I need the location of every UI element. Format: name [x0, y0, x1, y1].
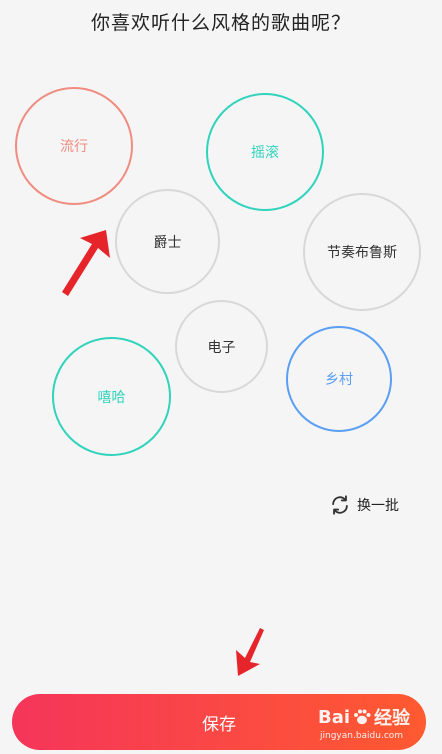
- refresh-label: 换一批: [357, 498, 399, 514]
- page-title: 你喜欢听什么风格的歌曲呢？: [90, 12, 351, 34]
- genre-bubble-jazz[interactable]: 爵士: [115, 189, 220, 294]
- genre-label: 节奏布鲁斯: [327, 245, 397, 261]
- genre-bubble-rnb[interactable]: 节奏布鲁斯: [303, 193, 421, 311]
- annotation-arrow-icon: [62, 230, 110, 296]
- genre-label: 嘻哈: [97, 389, 126, 406]
- genre-label: 流行: [60, 139, 88, 155]
- genre-bubble-electronic[interactable]: 电子: [175, 300, 268, 393]
- refresh-icon: [332, 495, 348, 515]
- genre-bubble-pop[interactable]: 流行: [15, 87, 133, 205]
- refresh-batch-button[interactable]: 换一批: [329, 492, 399, 518]
- genre-label: 摇滚: [251, 145, 279, 161]
- genre-bubble-country[interactable]: 乡村: [286, 326, 392, 432]
- genre-label: 乡村: [325, 372, 353, 388]
- genre-bubble-rock[interactable]: 摇滚: [206, 93, 324, 211]
- annotation-arrow-icon: [236, 628, 264, 676]
- genre-label: 电子: [207, 339, 236, 356]
- save-button[interactable]: 保存: [12, 694, 426, 750]
- save-label: 保存: [202, 714, 236, 735]
- genre-label: 爵士: [153, 234, 182, 251]
- genre-bubble-hiphop[interactable]: 嘻哈: [52, 337, 171, 456]
